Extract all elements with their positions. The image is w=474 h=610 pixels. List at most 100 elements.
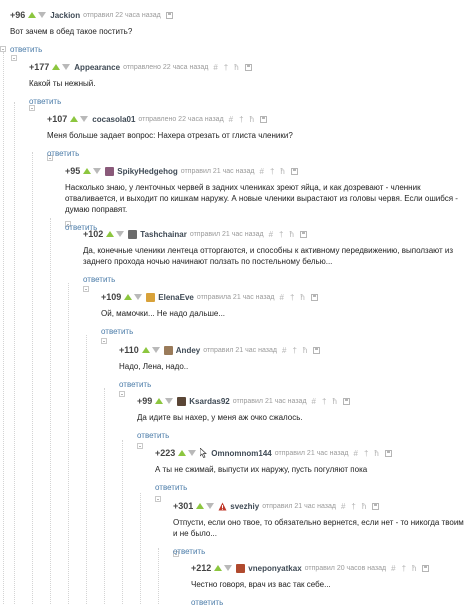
share-icon[interactable]: ħ [280, 167, 287, 176]
comment-author[interactable]: vneponyatkax [248, 564, 301, 573]
avatar[interactable] [128, 229, 138, 239]
pin-icon[interactable]: † [290, 293, 297, 302]
save-icon[interactable] [384, 449, 392, 457]
share-icon[interactable]: ħ [362, 502, 369, 511]
upvote-icon[interactable] [196, 503, 205, 509]
pin-icon[interactable]: † [279, 230, 286, 239]
upvote-icon[interactable] [106, 231, 115, 237]
save-icon[interactable] [244, 63, 252, 71]
upvote-icon[interactable] [124, 294, 133, 300]
upvote-icon[interactable] [70, 116, 79, 122]
pin-icon[interactable]: † [364, 449, 371, 458]
collapse-toggle[interactable] [155, 496, 161, 502]
save-icon[interactable] [260, 115, 268, 123]
reply-link[interactable]: ответить [191, 598, 223, 607]
upvote-icon[interactable] [178, 450, 187, 456]
downvote-icon[interactable] [188, 450, 197, 456]
reply-link[interactable]: ответить [155, 483, 187, 492]
downvote-icon[interactable] [165, 398, 174, 404]
downvote-icon[interactable] [134, 294, 143, 300]
comment-author[interactable]: Ksardas92 [189, 397, 229, 406]
downvote-icon[interactable] [224, 565, 233, 571]
hash-icon[interactable]: # [269, 230, 276, 239]
pin-icon[interactable]: † [402, 564, 409, 573]
comment-actions: # † ħ [312, 397, 343, 406]
comment-author[interactable]: cocasola01 [92, 115, 135, 124]
hash-icon[interactable]: # [260, 167, 267, 176]
share-icon[interactable]: ħ [412, 564, 419, 573]
pin-icon[interactable]: † [351, 502, 358, 511]
reply-link[interactable]: ответить [101, 327, 133, 336]
share-icon[interactable]: ħ [300, 293, 307, 302]
comment-author[interactable]: SpikyHedgehog [117, 167, 177, 176]
upvote-icon[interactable] [28, 12, 37, 18]
upvote-icon[interactable] [83, 168, 92, 174]
share-icon[interactable]: ħ [332, 397, 339, 406]
pin-icon[interactable]: † [270, 167, 277, 176]
downvote-icon[interactable] [93, 168, 102, 174]
avatar[interactable] [105, 166, 115, 176]
reply-link[interactable]: ответить [47, 149, 79, 158]
comment-author[interactable]: ElenaEve [158, 293, 194, 302]
comment-timestamp: отправил 20 часов назад [304, 564, 387, 572]
reply-link[interactable]: ответить [10, 45, 42, 54]
pin-icon[interactable]: † [292, 346, 299, 355]
hash-icon[interactable]: # [229, 115, 236, 124]
save-icon[interactable] [342, 397, 350, 405]
downvote-icon[interactable] [151, 347, 160, 353]
hash-icon[interactable]: # [354, 449, 361, 458]
hash-icon[interactable]: # [341, 502, 348, 511]
share-icon[interactable]: ħ [303, 346, 310, 355]
save-icon[interactable] [313, 346, 321, 354]
upvote-icon[interactable] [141, 347, 150, 353]
reply-link[interactable]: ответить [83, 275, 115, 284]
upvote-icon[interactable] [52, 64, 61, 70]
downvote-icon[interactable] [38, 12, 47, 18]
downvote-icon[interactable] [80, 116, 89, 122]
reply-link[interactable]: ответить [29, 97, 61, 106]
reply-link[interactable]: ответить [119, 380, 151, 389]
save-icon[interactable] [372, 502, 380, 510]
save-icon[interactable] [290, 167, 298, 175]
avatar[interactable] [146, 292, 156, 302]
avatar[interactable] [163, 345, 173, 355]
save-icon[interactable] [422, 564, 430, 572]
reply-link[interactable]: ответить [137, 431, 169, 440]
downvote-icon[interactable] [206, 503, 215, 509]
hash-icon[interactable]: # [391, 564, 398, 573]
downvote-icon[interactable] [116, 231, 125, 237]
comment-author[interactable]: Jackion [50, 11, 80, 20]
share-icon[interactable]: ħ [374, 449, 381, 458]
comment-header: +95 SpikyHedgehog отправил 21 час назад … [65, 164, 468, 178]
save-icon[interactable] [310, 293, 318, 301]
warning-avatar-icon[interactable] [218, 502, 227, 511]
pin-icon[interactable]: † [322, 397, 329, 406]
save-icon[interactable] [299, 230, 307, 238]
upvote-icon[interactable] [214, 565, 223, 571]
comment-author[interactable]: Appearance [74, 63, 120, 72]
hash-icon[interactable]: # [282, 346, 289, 355]
avatar[interactable] [236, 563, 246, 573]
downvote-icon[interactable] [62, 64, 71, 70]
reply-link[interactable]: ответить [173, 547, 205, 556]
comment-author[interactable]: svezhiy [230, 502, 259, 511]
collapse-toggle[interactable] [137, 443, 143, 449]
comment-author[interactable]: Andey [176, 346, 200, 355]
hash-icon[interactable]: # [213, 63, 220, 72]
comment-text: Какой ты нежный. [29, 79, 96, 88]
hash-icon[interactable]: # [312, 397, 319, 406]
comment-author[interactable]: Omnomnom144 [211, 449, 271, 458]
comment-author[interactable]: Tashchainar [140, 230, 187, 239]
comment-header: +177 Appearance отправлено 22 часа назад… [29, 60, 468, 74]
share-icon[interactable]: ħ [250, 115, 257, 124]
collapse-toggle[interactable] [0, 46, 6, 52]
pin-icon[interactable]: † [239, 115, 246, 124]
save-icon[interactable] [165, 11, 173, 19]
share-icon[interactable]: ħ [234, 63, 241, 72]
upvote-icon[interactable] [155, 398, 164, 404]
pin-icon[interactable]: † [224, 63, 231, 72]
comment-rating: +95 [65, 166, 81, 176]
hash-icon[interactable]: # [280, 293, 287, 302]
avatar[interactable] [177, 396, 187, 406]
share-icon[interactable]: ħ [290, 230, 297, 239]
